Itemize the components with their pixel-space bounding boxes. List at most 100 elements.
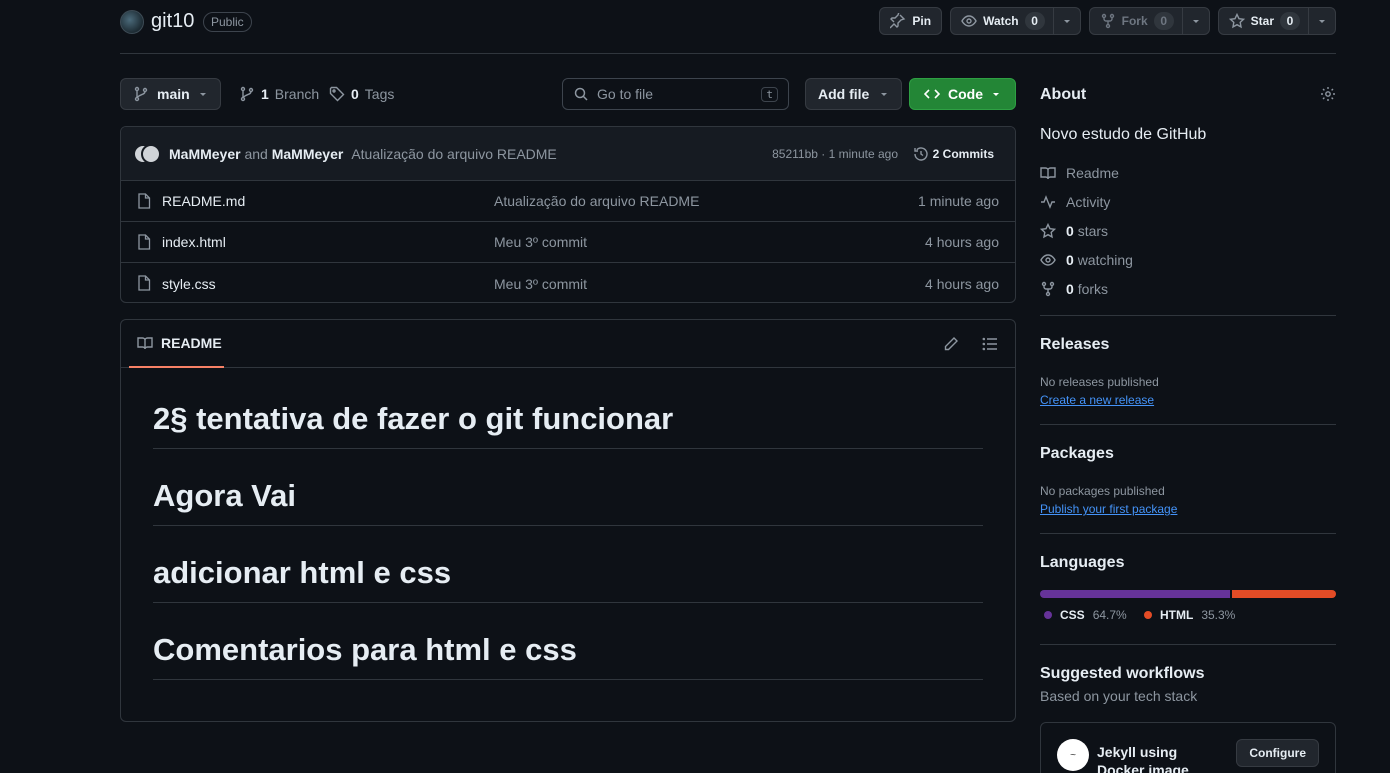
branches-link[interactable]: 1 Branch	[239, 86, 319, 102]
language-percent: 64.7%	[1092, 608, 1127, 622]
fork-dropdown-button[interactable]	[1181, 8, 1209, 34]
repo-avatar[interactable]	[120, 10, 144, 34]
gear-icon[interactable]	[1320, 86, 1336, 102]
file-name-link[interactable]: README.md	[162, 193, 245, 209]
repo-name-link[interactable]: git10	[151, 10, 194, 33]
language-bar-segment-css	[1040, 590, 1231, 598]
stars-label: stars	[1077, 223, 1109, 239]
header-divider	[120, 53, 1336, 54]
star-icon	[1040, 223, 1056, 239]
go-to-file-input[interactable]: Go to file t	[562, 78, 789, 110]
repo-header: git10 Public Pin Watch 0 Fork 0 Star 0	[120, 7, 1336, 37]
language-css[interactable]: CSS 64.7%	[1044, 608, 1127, 622]
file-commit-message[interactable]: Meu 3º commit	[494, 234, 587, 250]
commit-author-link[interactable]: MaMMeyer	[169, 146, 241, 162]
add-file-label: Add file	[818, 86, 870, 102]
commits-link[interactable]: 2 Commits	[913, 146, 994, 162]
code-button[interactable]: Code	[909, 78, 1016, 110]
watching-link[interactable]: 0 watching	[1040, 252, 1133, 268]
packages-heading[interactable]: Packages	[1040, 445, 1114, 463]
file-row[interactable]: index.html Meu 3º commit 4 hours ago	[121, 222, 1015, 263]
branch-icon	[133, 86, 149, 102]
branch-icon	[239, 86, 255, 102]
tag-icon	[329, 86, 345, 102]
file-icon	[137, 275, 151, 291]
stars-link[interactable]: 0 stars	[1040, 223, 1108, 239]
releases-heading[interactable]: Releases	[1040, 336, 1109, 354]
watching-label: watching	[1077, 252, 1133, 268]
forks-link[interactable]: 0 forks	[1040, 281, 1108, 297]
language-name: CSS	[1060, 608, 1085, 622]
file-row[interactable]: style.css Meu 3º commit 4 hours ago	[121, 263, 1015, 302]
activity-link[interactable]: Activity	[1040, 194, 1110, 210]
commit-avatars[interactable]	[133, 143, 163, 164]
pin-button[interactable]: Pin	[879, 7, 943, 35]
branch-select-button[interactable]: main	[120, 78, 221, 110]
file-commit-message[interactable]: Atualização do arquivo README	[494, 193, 699, 209]
caret-down-icon	[1062, 16, 1072, 26]
fork-label: Fork	[1121, 14, 1148, 28]
file-name-link[interactable]: index.html	[162, 234, 226, 250]
commits-count-label: 2 Commits	[932, 146, 994, 161]
configure-button[interactable]: Configure	[1236, 739, 1319, 767]
commit-hash-time[interactable]: 85211bb · 1 minute ago	[772, 147, 898, 161]
readme-heading: adicionar html e css	[153, 554, 983, 603]
readme-header: README	[121, 320, 1015, 368]
commit-authors: MaMMeyer and MaMMeyer	[169, 146, 343, 162]
sidebar-divider	[1040, 644, 1336, 645]
add-file-button[interactable]: Add file	[805, 78, 903, 110]
shortcut-key: t	[761, 86, 778, 102]
language-dot	[1044, 611, 1052, 619]
file-commit-time: 1 minute ago	[918, 193, 999, 209]
branch-count-label: Branch	[274, 86, 320, 102]
commit-author-link[interactable]: MaMMeyer	[272, 146, 344, 162]
star-dropdown-button[interactable]	[1308, 8, 1335, 34]
tags-link[interactable]: 0 Tags	[329, 86, 394, 102]
configure-label: Configure	[1249, 746, 1306, 760]
watch-split-button: Watch 0	[950, 7, 1081, 35]
star-button[interactable]: Star 0	[1219, 8, 1308, 34]
watch-dropdown-button[interactable]	[1052, 8, 1080, 34]
fork-button[interactable]: Fork 0	[1090, 8, 1182, 34]
readme-heading: Agora Vai	[153, 477, 983, 526]
commit-message-link[interactable]: Atualização do arquivo README	[351, 146, 556, 162]
pencil-icon[interactable]	[943, 336, 959, 352]
forks-count: 0	[1066, 281, 1074, 297]
pulse-icon	[1040, 194, 1056, 210]
outline-list-icon[interactable]	[982, 336, 998, 352]
create-release-link[interactable]: Create a new release	[1040, 393, 1154, 407]
file-toolbar: main 1 Branch 0 Tags Go to file t Add fi…	[120, 78, 1016, 110]
eye-icon	[1040, 252, 1056, 268]
caret-down-icon	[198, 89, 208, 99]
file-commit-message[interactable]: Meu 3º commit	[494, 276, 587, 292]
avatar	[141, 143, 161, 164]
star-icon	[1228, 13, 1245, 29]
readme-panel: README 2§ tentativa de fazer o git funci…	[120, 319, 1016, 722]
repo-description: Novo estudo de GitHub	[1040, 126, 1207, 143]
sidebar-divider	[1040, 533, 1336, 534]
branch-count: 1	[261, 86, 269, 102]
language-html[interactable]: HTML 35.3%	[1144, 608, 1235, 622]
file-row[interactable]: README.md Atualização do arquivo README …	[121, 181, 1015, 222]
workflows-subtitle: Based on your tech stack	[1040, 688, 1198, 704]
fork-icon	[1100, 13, 1116, 29]
file-icon	[137, 234, 151, 250]
tab-readme[interactable]: README	[129, 320, 224, 368]
fork-count: 0	[1153, 12, 1174, 30]
watch-button[interactable]: Watch 0	[951, 8, 1053, 34]
sidebar-divider	[1040, 315, 1336, 316]
branch-name: main	[157, 86, 190, 102]
activity-link-label: Activity	[1066, 194, 1111, 210]
workflow-card: ~ Jekyll using Docker image Configure	[1040, 722, 1336, 773]
file-commit-time: 4 hours ago	[925, 234, 999, 250]
readme-link[interactable]: Readme	[1040, 165, 1119, 181]
fork-split-button: Fork 0	[1088, 7, 1210, 35]
caret-down-icon	[1317, 16, 1327, 26]
file-name-link[interactable]: style.css	[162, 276, 216, 292]
releases-empty-text: No releases published	[1040, 375, 1159, 389]
book-icon	[1040, 165, 1056, 181]
languages-heading: Languages	[1040, 554, 1125, 571]
publish-package-link[interactable]: Publish your first package	[1040, 502, 1177, 516]
file-icon	[137, 193, 151, 209]
pin-icon	[890, 13, 906, 29]
